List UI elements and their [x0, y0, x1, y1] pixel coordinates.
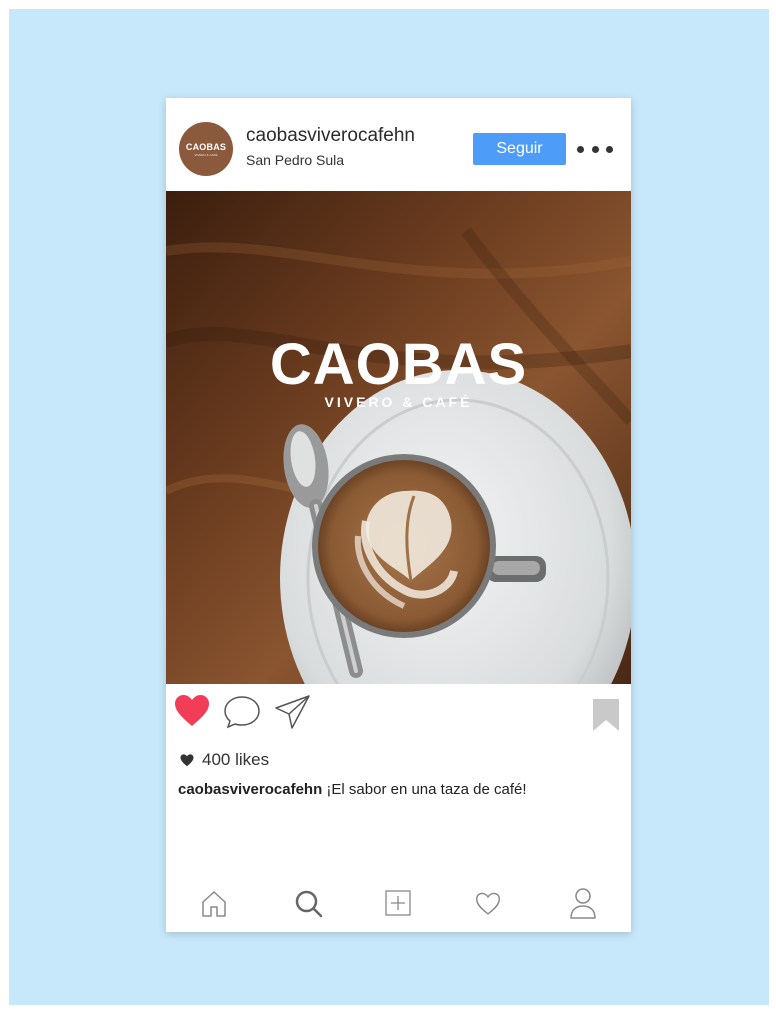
- likes-heart-icon: [180, 753, 194, 766]
- caption-text: ¡El sabor en una taza de café!: [326, 781, 527, 798]
- home-icon[interactable]: [200, 890, 228, 923]
- likes-count[interactable]: 400 likes: [180, 750, 269, 770]
- post-caption: caobasviverocafehn ¡El sabor en una taza…: [178, 781, 618, 798]
- caption-username[interactable]: caobasviverocafehn: [178, 781, 322, 798]
- comment-icon[interactable]: [223, 695, 261, 734]
- search-icon[interactable]: [294, 889, 324, 924]
- phone-frame: CAOBAS VIVERO & CAFÉ caobasviverocafehn …: [166, 98, 631, 932]
- post-image[interactable]: CAOBAS VIVERO & CAFÉ: [166, 191, 631, 684]
- avatar-logo-text: CAOBAS: [185, 141, 227, 152]
- post-location[interactable]: San Pedro Sula: [246, 152, 344, 168]
- bottom-nav: [166, 878, 631, 932]
- image-brand-tagline: VIVERO & CAFÉ: [324, 394, 473, 410]
- profile-icon[interactable]: [569, 887, 597, 924]
- post-header: CAOBAS VIVERO & CAFÉ caobasviverocafehn …: [166, 98, 631, 191]
- post-username[interactable]: caobasviverocafehn: [246, 125, 415, 147]
- avatar[interactable]: CAOBAS VIVERO & CAFÉ: [179, 122, 233, 176]
- add-icon[interactable]: [385, 890, 411, 921]
- send-icon[interactable]: [274, 694, 312, 735]
- bookmark-icon[interactable]: [592, 698, 620, 737]
- coffee-illustration: [166, 191, 631, 684]
- more-icon[interactable]: [577, 141, 613, 157]
- activity-icon[interactable]: [475, 892, 501, 921]
- likes-label: 400 likes: [202, 750, 270, 769]
- image-brand-name: CAOBAS: [269, 332, 528, 397]
- action-bar: [166, 684, 631, 744]
- heart-icon[interactable]: [174, 694, 210, 733]
- follow-button[interactable]: Seguir: [473, 133, 566, 165]
- avatar-logo-subtext: VIVERO & CAFÉ: [194, 152, 218, 157]
